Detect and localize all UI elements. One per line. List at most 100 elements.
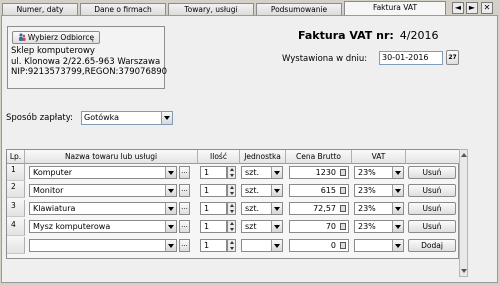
price-field[interactable]: 72,57 (289, 202, 349, 215)
payment-method-label: Sposób zapłaty: (6, 113, 74, 123)
browse-button[interactable]: ... (179, 239, 190, 252)
quantity-stepper[interactable] (227, 202, 236, 215)
item-name-select[interactable]: Monitor (29, 184, 177, 197)
items-table: Lp. Nazwa towaru lub usługi Ilość Jednos… (6, 149, 459, 259)
tab-numer-daty[interactable]: Numer, daty (2, 3, 78, 15)
vat-select[interactable]: 23% (354, 166, 404, 179)
item-name-select[interactable]: Komputer (29, 166, 177, 179)
chevron-down-icon[interactable] (392, 240, 403, 251)
browse-button[interactable]: ... (179, 202, 190, 215)
quantity-field[interactable]: 1 (200, 184, 227, 197)
delete-row-button[interactable]: Usuń (408, 166, 456, 179)
quantity-stepper[interactable] (227, 166, 236, 179)
chevron-down-icon[interactable] (165, 240, 176, 251)
issued-date-field[interactable]: 30-01-2016 (379, 51, 443, 65)
delete-row-button[interactable]: Usuń (408, 184, 456, 197)
quantity-field[interactable]: 1 (200, 166, 227, 179)
tab-strip: Numer, daty Dane o firmach Towary, usług… (2, 1, 448, 16)
browse-button[interactable]: ... (179, 166, 190, 179)
quantity-field[interactable]: 1 (200, 220, 227, 233)
price-field[interactable]: 615 (289, 184, 349, 197)
unit-select[interactable] (241, 239, 283, 252)
item-name: Monitor (33, 186, 64, 195)
item-name: Klawiatura (33, 204, 76, 213)
unit-select[interactable]: szt. (241, 184, 283, 197)
chevron-down-icon[interactable] (271, 185, 282, 196)
calculator-icon[interactable] (340, 169, 346, 176)
chevron-down-icon[interactable] (271, 167, 282, 178)
chevron-down-icon[interactable] (392, 221, 403, 232)
vertical-scrollbar[interactable] (459, 149, 468, 277)
calculator-icon[interactable] (340, 242, 346, 249)
quantity-stepper[interactable] (227, 220, 236, 233)
quantity-stepper[interactable] (227, 239, 236, 252)
delete-row-button[interactable]: Usuń (408, 220, 456, 233)
issued-date-label: Wystawiona w dniu: (282, 54, 368, 64)
next-tab-icon[interactable]: ► (466, 2, 478, 14)
chevron-down-icon[interactable] (271, 221, 282, 232)
row-number: 2 (7, 181, 25, 198)
item-name-select[interactable]: Mysz komputerowa (29, 220, 177, 233)
header-price: Cena Brutto (286, 150, 352, 164)
item-name: Komputer (33, 168, 73, 177)
scroll-down-icon[interactable] (461, 269, 467, 273)
chevron-down-icon[interactable] (161, 112, 172, 124)
invoice-title-label: Faktura VAT nr: (298, 29, 394, 42)
calculator-icon[interactable] (340, 187, 346, 194)
add-row-button[interactable]: Dodaj (408, 239, 456, 252)
vat-select[interactable]: 23% (354, 202, 404, 215)
item-name-select[interactable]: Klawiatura (29, 202, 177, 215)
scroll-up-icon[interactable] (461, 153, 467, 157)
vat-select[interactable]: 23% (354, 184, 404, 197)
choose-buyer-label: Wybierz Odbiorcę (27, 33, 95, 42)
tab-dane-o-firmach[interactable]: Dane o firmach (80, 3, 166, 15)
header-name: Nazwa towaru lub usługi (25, 150, 198, 164)
chevron-down-icon[interactable] (165, 203, 176, 214)
header-vat: VAT (352, 150, 406, 164)
unit-select[interactable]: szt. (241, 202, 283, 215)
unit-select[interactable]: szt. (241, 166, 283, 179)
delete-row-button[interactable]: Usuń (408, 202, 456, 215)
vat-select[interactable]: 23% (354, 220, 404, 233)
unit-select[interactable]: szt (241, 220, 283, 233)
chevron-down-icon[interactable] (165, 185, 176, 196)
chevron-down-icon[interactable] (392, 203, 403, 214)
price-value: 615 (320, 186, 336, 195)
quantity-stepper[interactable] (227, 184, 236, 197)
browse-button[interactable]: ... (179, 184, 190, 197)
price-value: 72,57 (313, 204, 336, 213)
header-qty: Ilość (198, 150, 240, 164)
unit-value: szt. (245, 204, 260, 213)
chevron-down-icon[interactable] (392, 167, 403, 178)
tab-towary-uslugi[interactable]: Towary, usługi (168, 3, 254, 15)
chevron-down-icon[interactable] (271, 203, 282, 214)
buyer-group: Wybierz Odbiorcę Sklep komputerowy ul. K… (7, 26, 167, 89)
price-field[interactable]: 70 (289, 220, 349, 233)
vat-select[interactable] (354, 239, 404, 252)
header-action (406, 150, 459, 164)
prev-tab-icon[interactable]: ◄ (452, 2, 464, 14)
choose-buyer-button[interactable]: Wybierz Odbiorcę (12, 31, 100, 44)
calendar-button[interactable]: 27 (446, 50, 459, 65)
row-number: 3 (7, 200, 25, 217)
price-field[interactable]: 1230 (289, 166, 349, 179)
browse-button[interactable]: ... (179, 220, 190, 233)
header-unit: Jednostka (240, 150, 286, 164)
quantity-field[interactable]: 1 (200, 239, 227, 252)
price-field[interactable]: 0 (289, 239, 349, 252)
tab-faktura-vat[interactable]: Faktura VAT (344, 1, 446, 16)
unit-value: szt (245, 222, 257, 231)
tab-podsumowanie[interactable]: Podsumowanie (256, 3, 342, 15)
calculator-icon[interactable] (340, 223, 346, 230)
close-icon[interactable]: ✕ (481, 2, 493, 14)
item-name-select[interactable] (29, 239, 177, 252)
chevron-down-icon[interactable] (392, 185, 403, 196)
chevron-down-icon[interactable] (271, 240, 282, 251)
payment-method-select[interactable]: Gotówka (81, 111, 173, 125)
calculator-icon[interactable] (340, 205, 346, 212)
chevron-down-icon[interactable] (165, 221, 176, 232)
chevron-down-icon[interactable] (165, 167, 176, 178)
price-value: 0 (330, 241, 336, 250)
buyer-address: ul. Klonowa 2/22.65-963 Warszawa (11, 56, 161, 67)
quantity-field[interactable]: 1 (200, 202, 227, 215)
